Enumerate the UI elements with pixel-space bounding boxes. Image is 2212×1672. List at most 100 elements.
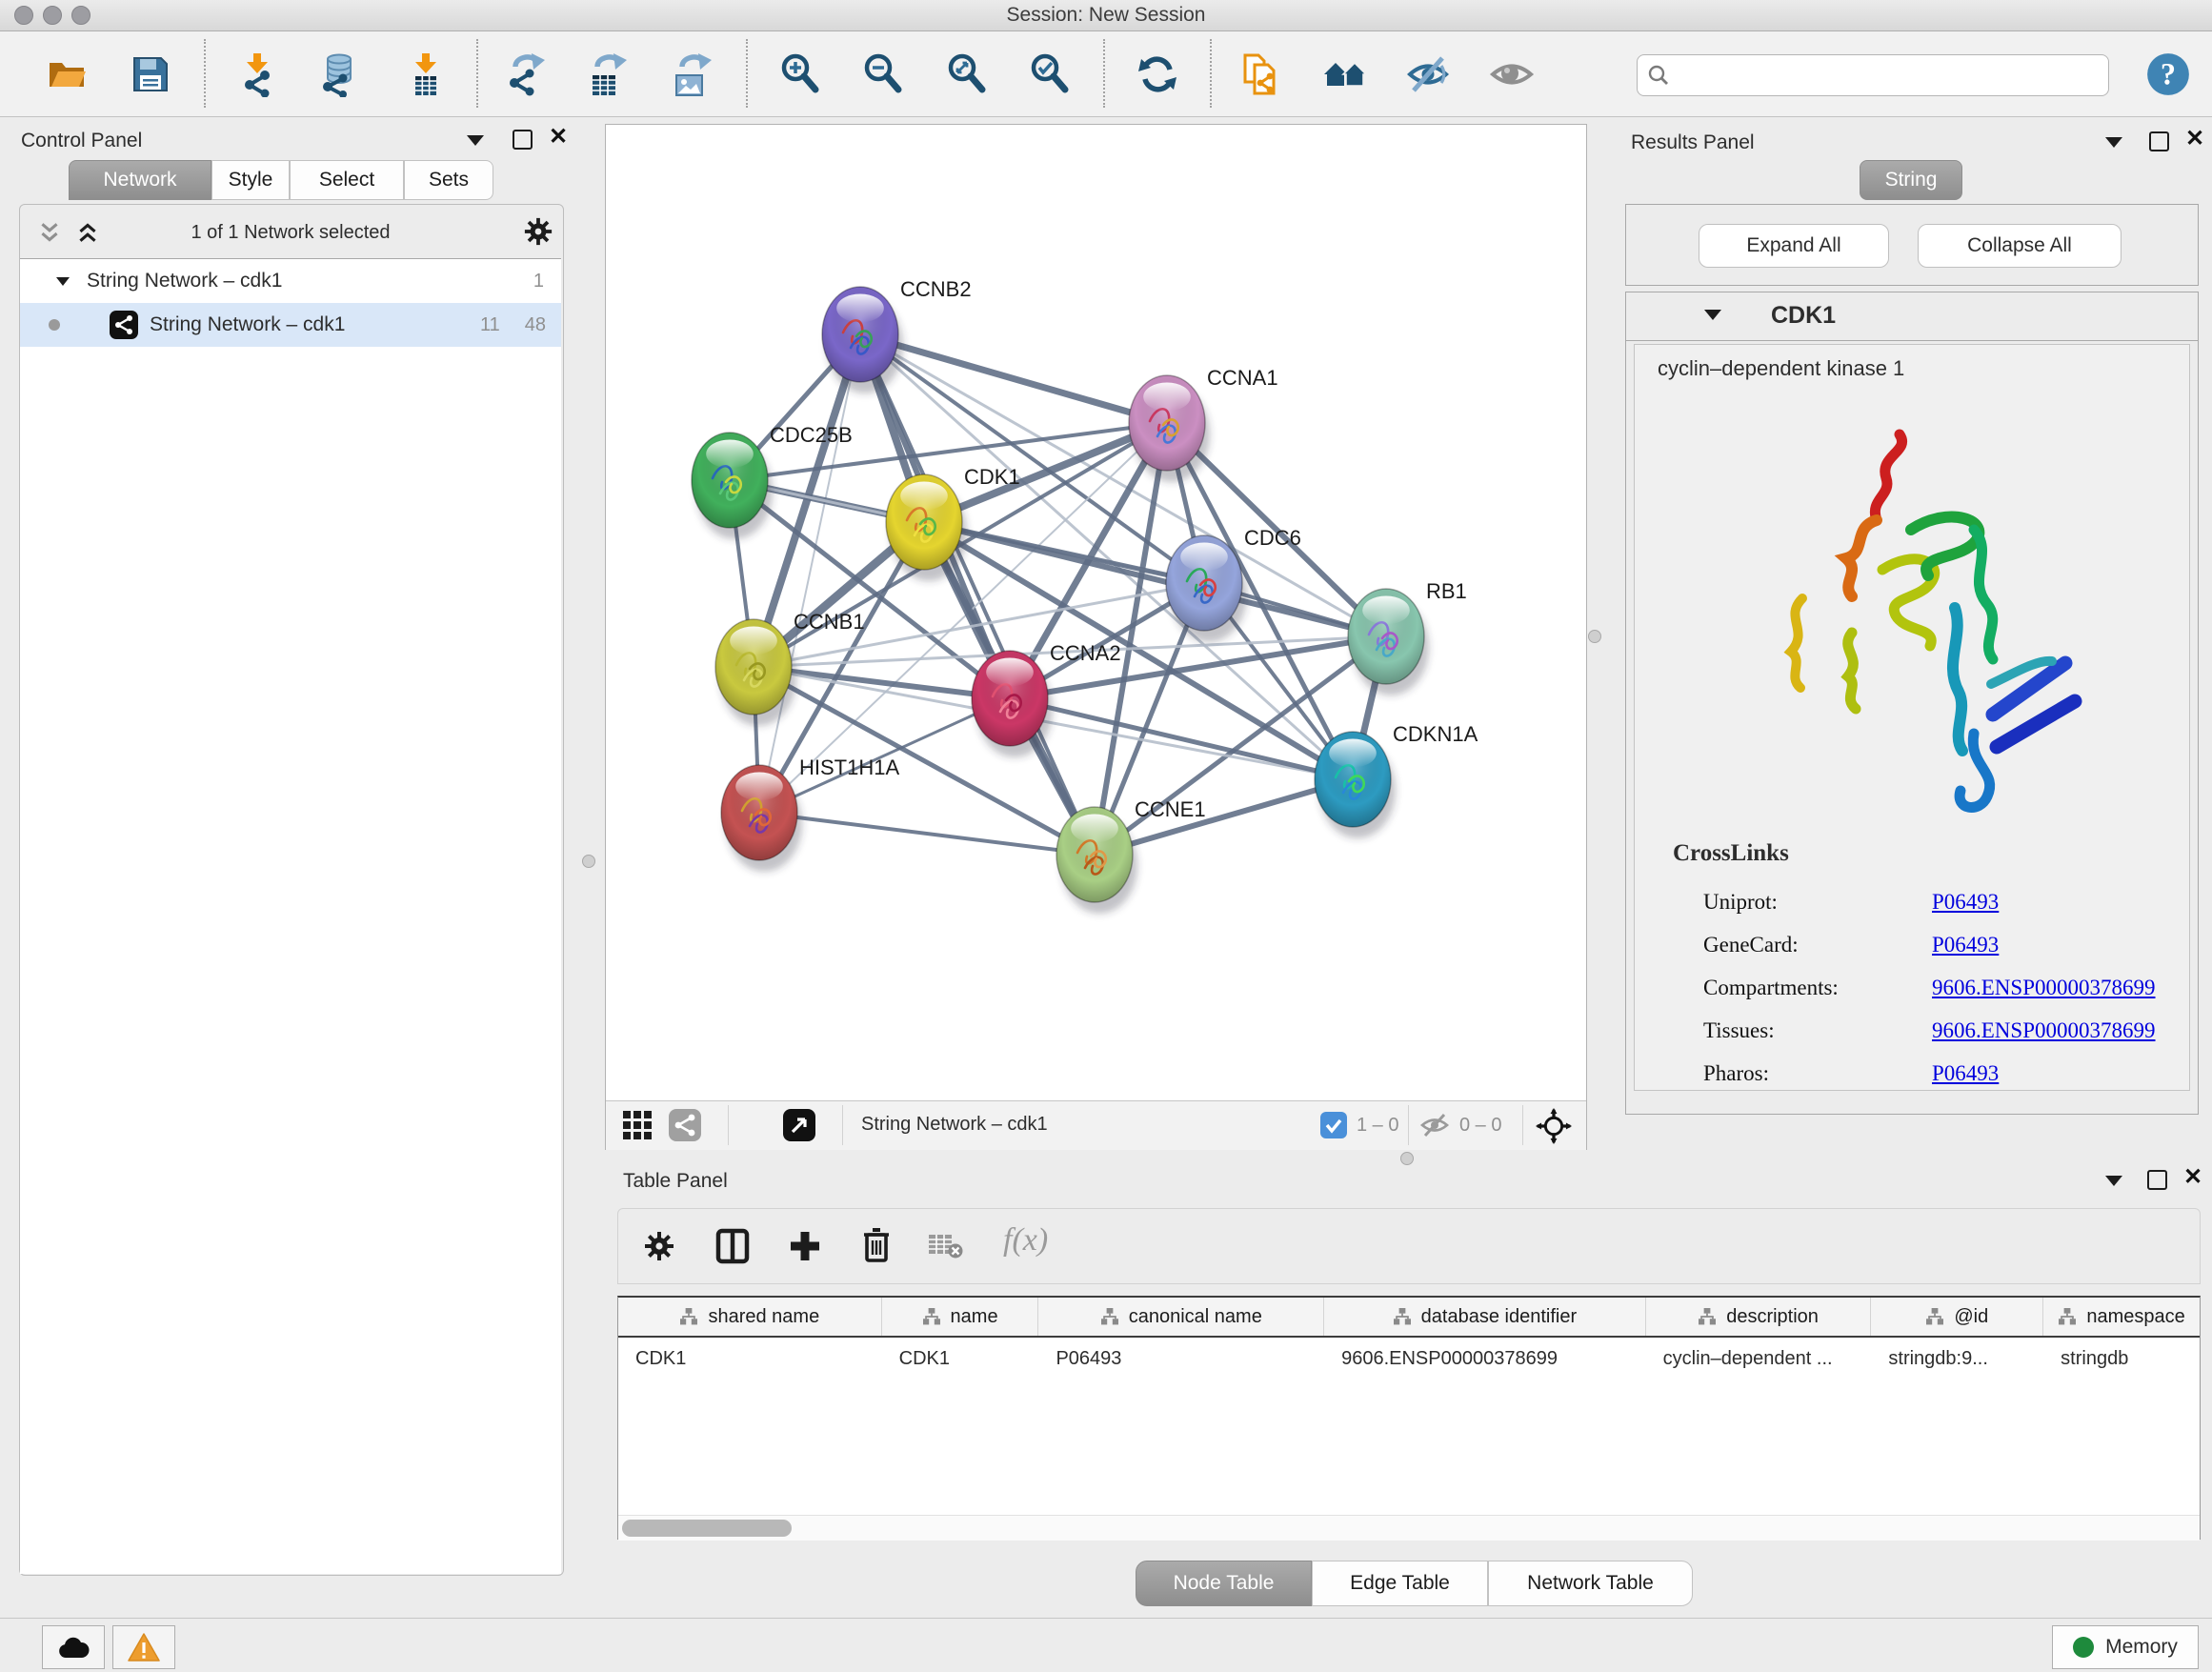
tab-select[interactable]: Select (290, 160, 404, 200)
selected-checkbox-icon[interactable] (1320, 1112, 1347, 1138)
close-panel-icon[interactable]: ✕ (2185, 130, 2204, 149)
column-header[interactable]: canonical name (1038, 1298, 1324, 1336)
panel-menu-icon[interactable] (2105, 1176, 2122, 1186)
zoom-fit-icon[interactable] (938, 46, 995, 103)
close-panel-icon[interactable]: ✕ (2183, 1168, 2202, 1187)
network-node-CCNE1[interactable] (1056, 807, 1133, 902)
birdseye-navigator-icon[interactable] (1536, 1108, 1572, 1144)
zoom-in-icon[interactable] (772, 46, 829, 103)
splitter-handle[interactable] (582, 855, 595, 868)
column-header[interactable]: database identifier (1324, 1298, 1646, 1336)
network-canvas[interactable]: CCNB2 CCNA1 CDC25B CDK1 (606, 125, 1586, 1100)
panel-menu-icon[interactable] (2105, 137, 2122, 148)
tab-network[interactable]: Network (69, 160, 211, 200)
apply-layout-icon[interactable] (1129, 46, 1186, 103)
network-node-CCNA2[interactable] (972, 651, 1048, 746)
tab-edge-table[interactable]: Edge Table (1312, 1561, 1488, 1606)
entry-expander-icon[interactable] (1704, 310, 1721, 320)
export-table-icon[interactable] (578, 46, 635, 103)
tab-node-table[interactable]: Node Table (1136, 1561, 1312, 1606)
crosslink-value-link[interactable]: P06493 (1932, 890, 1999, 915)
show-all-icon[interactable] (1483, 46, 1540, 103)
network-row[interactable]: String Network – cdk1 11 48 (20, 303, 561, 347)
network-node-CDKN1A[interactable] (1315, 732, 1391, 827)
network-node-HIST1H1A[interactable] (721, 765, 797, 860)
column-header[interactable]: @id (1871, 1298, 2043, 1336)
zoom-selected-icon[interactable] (1021, 46, 1078, 103)
result-entry-header[interactable]: CDK1 (1626, 292, 2198, 341)
network-edge[interactable] (924, 522, 1386, 636)
float-panel-icon[interactable] (2149, 131, 2169, 151)
network-collection-row[interactable]: String Network – cdk1 1 (20, 259, 561, 303)
crosslink-value-link[interactable]: P06493 (1932, 1061, 1999, 1086)
table-mode-gear-icon[interactable] (643, 1230, 675, 1262)
network-node-CDK1[interactable] (886, 474, 962, 570)
help-icon[interactable]: ? (2140, 46, 2197, 103)
memory-button[interactable]: Memory (2052, 1625, 2199, 1669)
network-node-CDC6[interactable] (1166, 535, 1242, 631)
search-input[interactable] (1678, 64, 2099, 88)
add-column-icon[interactable] (788, 1228, 822, 1264)
table-cell[interactable]: 9606.ENSP00000378699 (1324, 1338, 1646, 1380)
network-edge[interactable] (759, 334, 860, 813)
tab-network-table[interactable]: Network Table (1488, 1561, 1693, 1606)
tab-string[interactable]: String (1860, 160, 1962, 200)
open-session-icon[interactable] (38, 46, 95, 103)
delete-table-icon[interactable] (929, 1232, 963, 1260)
table-cell[interactable]: CDK1 (882, 1338, 1039, 1380)
table-cell[interactable]: stringdb (2043, 1338, 2200, 1380)
table-cell[interactable]: stringdb:9... (1871, 1338, 2043, 1380)
network-view-mode-icon[interactable] (669, 1109, 701, 1141)
network-node-CCNB1[interactable] (715, 619, 792, 715)
network-edge[interactable] (759, 813, 1095, 855)
import-table-file-icon[interactable] (397, 46, 454, 103)
network-node-CCNB2[interactable] (822, 287, 898, 382)
crosslink-value-link[interactable]: 9606.ENSP00000378699 (1932, 976, 2156, 1000)
splitter-handle[interactable] (1588, 630, 1601, 643)
zoom-out-icon[interactable] (855, 46, 912, 103)
scrollbar-thumb[interactable] (622, 1520, 792, 1537)
tab-style[interactable]: Style (211, 160, 290, 200)
collapse-all-button[interactable]: Collapse All (1918, 224, 2122, 268)
grid-view-icon[interactable] (623, 1111, 652, 1139)
hide-selected-icon[interactable] (1399, 46, 1457, 103)
export-network-icon[interactable] (496, 46, 553, 103)
save-session-icon[interactable] (122, 46, 179, 103)
cloud-status-button[interactable] (42, 1625, 105, 1669)
network-edge[interactable] (860, 334, 1167, 423)
network-node-CCNA1[interactable] (1129, 375, 1205, 471)
first-neighbors-icon[interactable] (1317, 46, 1374, 103)
export-image-icon[interactable] (663, 46, 720, 103)
expand-all-button[interactable]: Expand All (1699, 224, 1889, 268)
import-network-database-icon[interactable] (311, 46, 368, 103)
new-network-from-selection-icon[interactable] (1232, 46, 1289, 103)
column-header[interactable]: namespace (2043, 1298, 2200, 1336)
search-box[interactable] (1637, 54, 2109, 96)
tree-expander-icon[interactable] (56, 275, 70, 287)
function-builder-icon[interactable]: f(x) (1003, 1222, 1048, 1259)
network-options-gear-icon[interactable] (523, 216, 553, 247)
float-panel-icon[interactable] (2147, 1170, 2167, 1190)
table-horizontal-scrollbar[interactable] (618, 1515, 2200, 1541)
close-panel-icon[interactable]: ✕ (549, 128, 568, 147)
column-header[interactable]: shared name (618, 1298, 882, 1336)
detach-view-icon[interactable] (783, 1109, 815, 1141)
warning-status-button[interactable] (112, 1625, 175, 1669)
show-columns-icon[interactable] (715, 1228, 750, 1264)
table-cell[interactable]: P06493 (1038, 1338, 1324, 1380)
network-node-CDC25B[interactable] (692, 433, 768, 528)
float-panel-icon[interactable] (513, 130, 533, 150)
network-node-RB1[interactable] (1348, 589, 1424, 684)
network-edge[interactable] (1095, 779, 1353, 855)
crosslink-value-link[interactable]: 9606.ENSP00000378699 (1932, 1018, 2156, 1043)
crosslink-value-link[interactable]: P06493 (1932, 933, 1999, 957)
tab-sets[interactable]: Sets (404, 160, 493, 200)
column-header[interactable]: name (882, 1298, 1039, 1336)
column-header[interactable]: description (1646, 1298, 1872, 1336)
table-cell[interactable]: cyclin–dependent ... (1646, 1338, 1872, 1380)
table-cell[interactable]: CDK1 (618, 1338, 882, 1380)
delete-column-icon[interactable] (860, 1226, 893, 1264)
import-network-file-icon[interactable] (229, 46, 286, 103)
splitter-handle[interactable] (1400, 1152, 1414, 1165)
panel-menu-icon[interactable] (467, 135, 484, 146)
